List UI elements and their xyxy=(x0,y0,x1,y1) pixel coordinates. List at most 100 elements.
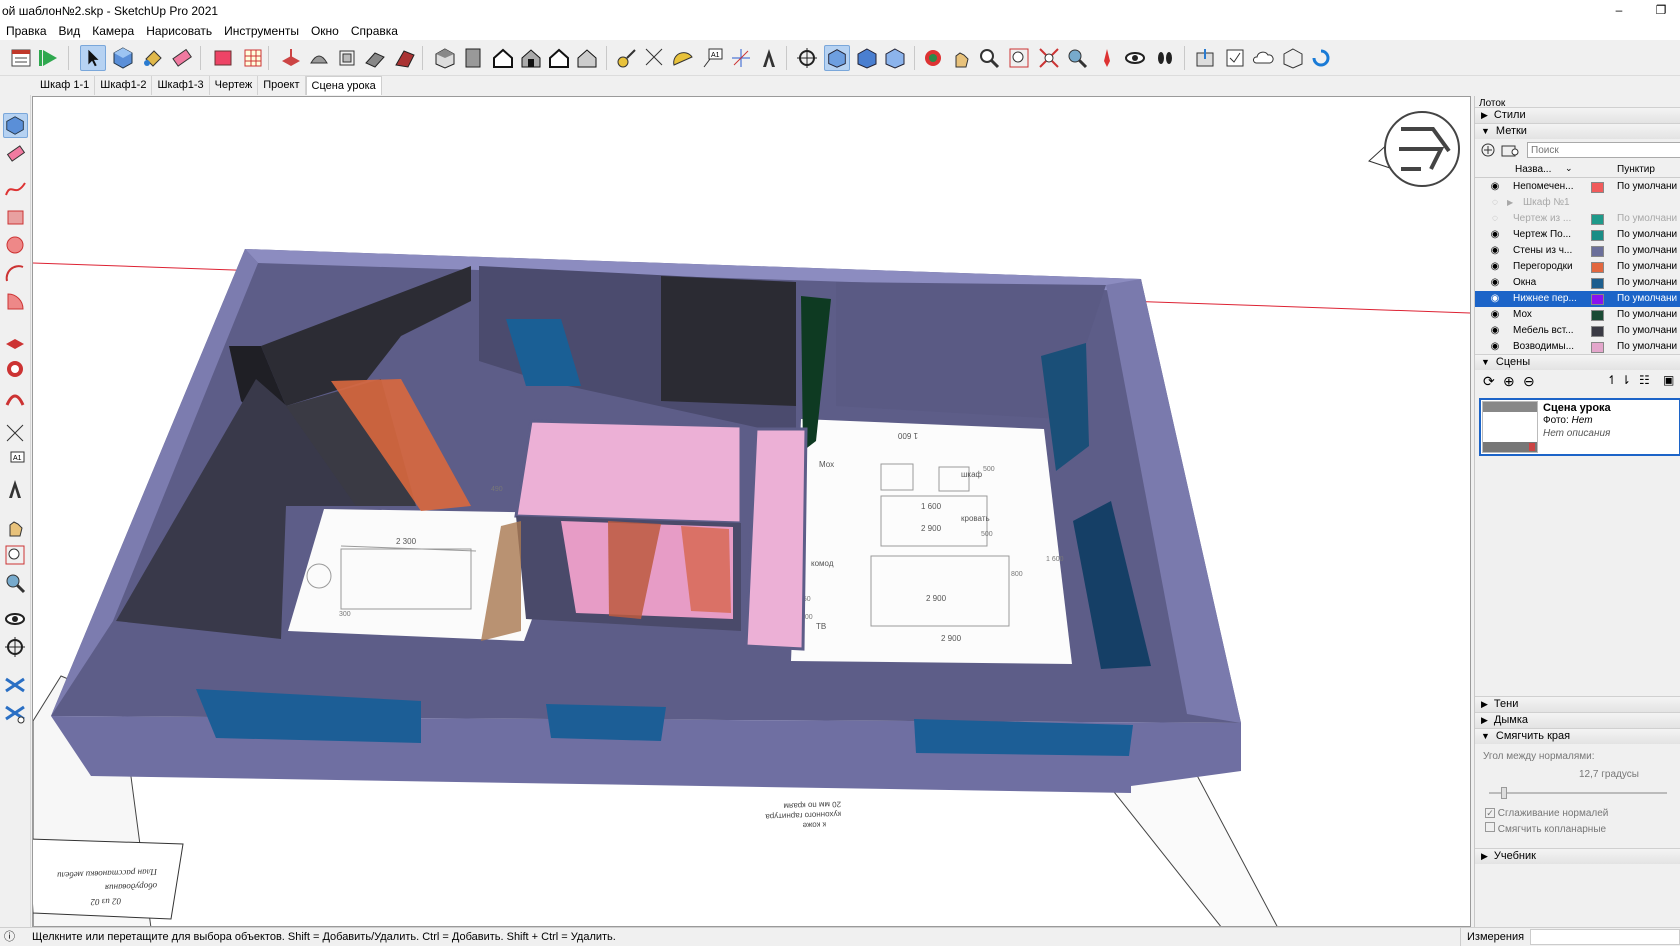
add-folder-icon[interactable] xyxy=(1501,143,1519,157)
eraser-icon[interactable] xyxy=(168,45,194,71)
paint-bucket-icon[interactable] xyxy=(140,45,166,71)
tag-name[interactable]: Нижнее пер... xyxy=(1513,291,1579,307)
look-around-icon[interactable] xyxy=(1122,45,1148,71)
grid-icon[interactable] xyxy=(240,45,266,71)
tag-row[interactable]: ◌ ▶ Шкаф №1 xyxy=(1475,195,1680,211)
remove-scene-icon[interactable]: ⊖ xyxy=(1523,373,1535,390)
model-info-icon[interactable] xyxy=(8,45,34,71)
tag-color-swatch[interactable] xyxy=(1591,310,1604,321)
extension-icon[interactable] xyxy=(1280,45,1306,71)
visibility-eye-icon[interactable]: ◉ xyxy=(1489,339,1501,355)
position-camera-icon[interactable] xyxy=(1094,45,1120,71)
measurements-input[interactable] xyxy=(1530,929,1680,945)
restore-button[interactable]: ❐ xyxy=(1646,0,1676,22)
soften-coplanar-checkbox[interactable] xyxy=(1485,822,1495,832)
section-soften-edges[interactable]: ▼ Смягчить края xyxy=(1475,728,1680,744)
tag-row[interactable]: ◌ Чертеж из ... По умолчани xyxy=(1475,211,1680,227)
visibility-eye-icon[interactable]: ◉ xyxy=(1489,291,1501,307)
tag-row[interactable]: ◉ Окна По умолчани xyxy=(1475,275,1680,291)
tab-shkaf-1-3[interactable]: Шкаф1-3 xyxy=(152,76,210,95)
expand-folder-icon[interactable]: ▶ xyxy=(1507,195,1513,211)
tag-search-input[interactable] xyxy=(1527,142,1680,158)
move-up-icon[interactable]: ↿ xyxy=(1607,373,1617,387)
front-view-icon[interactable] xyxy=(490,45,516,71)
rectangle-icon[interactable] xyxy=(3,205,28,230)
tag-name[interactable]: Стены из ч... xyxy=(1513,243,1579,259)
dimension-icon[interactable] xyxy=(3,421,28,446)
scene-card[interactable]: Сцена урока Фото: Нет Нет описания xyxy=(1479,398,1680,456)
tag-name[interactable]: Чертеж из ... xyxy=(1513,211,1579,227)
section-instructor[interactable]: ▶ Учебник xyxy=(1475,848,1680,864)
sandbox-settings-icon[interactable] xyxy=(3,701,28,726)
cloud-icon[interactable] xyxy=(1250,45,1276,71)
freehand-icon[interactable] xyxy=(3,177,28,202)
column-name-header[interactable]: Назва... xyxy=(1515,164,1551,175)
tag-name[interactable]: Мох xyxy=(1513,307,1579,323)
circle-icon[interactable] xyxy=(3,233,28,258)
section-scenes[interactable]: ▼ Сцены xyxy=(1475,354,1680,370)
section-plane-icon[interactable] xyxy=(3,635,28,660)
smooth-normals-row[interactable]: ✓ Сглаживание нормалей xyxy=(1485,808,1608,819)
angle-slider-thumb[interactable] xyxy=(1501,787,1507,799)
previous-view-icon[interactable] xyxy=(1064,45,1090,71)
tag-color-swatch[interactable] xyxy=(1591,326,1604,337)
component-icon[interactable] xyxy=(3,113,28,138)
play-scene-icon[interactable] xyxy=(36,45,62,71)
menu-draw[interactable]: Нарисовать xyxy=(140,22,218,40)
minimize-button[interactable]: – xyxy=(1604,0,1634,22)
tag-row[interactable]: ◉ Нижнее пер... По умолчани xyxy=(1475,291,1680,307)
move-down-icon[interactable]: ⇂ xyxy=(1621,373,1631,387)
tag-row[interactable]: ◉ Непомечен... По умолчани xyxy=(1475,179,1680,195)
tag-name[interactable]: Возводимы... xyxy=(1513,339,1579,355)
tag-name[interactable]: Перегородки xyxy=(1513,259,1579,275)
top-view-icon[interactable] xyxy=(460,45,486,71)
visibility-eye-icon[interactable]: ◉ xyxy=(1489,275,1501,291)
arc-icon[interactable] xyxy=(3,261,28,286)
section-styles[interactable]: ▶ Стили xyxy=(1475,107,1680,123)
push-pull-icon[interactable] xyxy=(3,329,28,354)
visibility-eye-icon[interactable]: ◉ xyxy=(1489,259,1501,275)
left-view-icon[interactable] xyxy=(574,45,600,71)
menu-view[interactable]: Вид xyxy=(53,22,87,40)
section-fog[interactable]: ▶ Дымка xyxy=(1475,712,1680,728)
view-options-icon[interactable]: ☷ xyxy=(1639,373,1650,387)
tab-shkaf-1-2[interactable]: Шкаф1-2 xyxy=(95,76,153,95)
right-view-icon[interactable] xyxy=(518,45,544,71)
eraser-icon[interactable] xyxy=(3,141,28,166)
visibility-eye-icon[interactable]: ◌ xyxy=(1489,195,1501,211)
component-icon[interactable] xyxy=(110,45,136,71)
walk-icon[interactable] xyxy=(1152,45,1178,71)
section-plane-icon[interactable] xyxy=(794,45,820,71)
tag-color-swatch[interactable] xyxy=(1591,262,1604,273)
orbit-icon[interactable] xyxy=(920,45,946,71)
sandbox-icon[interactable] xyxy=(3,673,28,698)
zoom-icon[interactable] xyxy=(976,45,1002,71)
tag-dash[interactable]: По умолчани xyxy=(1617,275,1677,291)
refresh-icon[interactable] xyxy=(1308,45,1334,71)
iso-view-icon[interactable] xyxy=(432,45,458,71)
tag-name[interactable]: Чертеж По... xyxy=(1513,227,1579,243)
tag-dash[interactable]: По умолчани xyxy=(1617,259,1677,275)
tab-proekt[interactable]: Проект xyxy=(258,76,306,95)
tag-row[interactable]: ◉ Возводимы... По умолчани xyxy=(1475,339,1680,355)
follow-me-icon[interactable] xyxy=(3,385,28,410)
section-shadows[interactable]: ▶ Тени xyxy=(1475,696,1680,712)
wireframe-icon[interactable] xyxy=(854,45,880,71)
warehouse-icon[interactable] xyxy=(210,45,236,71)
menu-window[interactable]: Окно xyxy=(305,22,345,40)
scene-details-icon[interactable]: ▣ xyxy=(1663,373,1674,387)
3d-text-icon[interactable] xyxy=(3,477,28,502)
angle-slider[interactable] xyxy=(1489,787,1667,799)
tab-chertezh[interactable]: Чертеж xyxy=(210,76,259,95)
column-dash-header[interactable]: Пунктир xyxy=(1617,164,1655,175)
tape-measure-icon[interactable] xyxy=(614,45,640,71)
tag-color-swatch[interactable] xyxy=(1591,246,1604,257)
info-icon[interactable]: ⓘ xyxy=(4,928,15,946)
zoom-extents-icon[interactable] xyxy=(1036,45,1062,71)
dimension-icon[interactable] xyxy=(642,45,668,71)
update-scene-icon[interactable]: ⟳ xyxy=(1483,373,1495,390)
tab-shkaf-1-1[interactable]: Шкаф 1-1 xyxy=(35,76,96,95)
menu-help[interactable]: Справка xyxy=(345,22,404,40)
offset-icon[interactable] xyxy=(334,45,360,71)
sandbox-icon[interactable] xyxy=(392,45,418,71)
